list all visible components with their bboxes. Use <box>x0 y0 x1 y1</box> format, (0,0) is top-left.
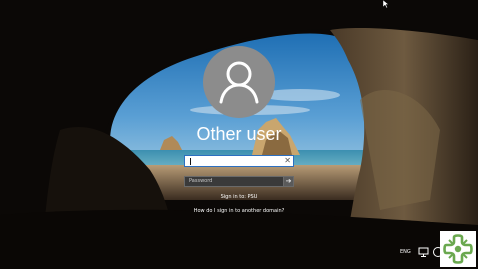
language-indicator[interactable]: ENG <box>400 249 411 256</box>
arrow-right-icon: ➔ <box>285 177 292 185</box>
text-caret <box>190 158 191 165</box>
submit-arrow-button[interactable]: ➔ <box>283 176 294 187</box>
username-input[interactable]: ✕ <box>184 155 294 167</box>
network-monitor-icon[interactable] <box>418 246 430 258</box>
user-avatar <box>203 46 275 118</box>
user-name-label: Other user <box>196 124 282 144</box>
sign-in-domain-label: Sign in to: PSU <box>220 194 258 200</box>
green-cross-logo <box>443 234 473 264</box>
lock-screen: Other user ✕ Password ➔ Sign in to: PSU … <box>0 0 478 269</box>
other-domain-link[interactable]: How do I sign in to another domain? <box>164 208 314 215</box>
mouse-pointer-icon <box>383 0 389 8</box>
brand-logo <box>440 231 476 267</box>
password-input[interactable]: Password <box>184 176 284 187</box>
clear-x-icon[interactable]: ✕ <box>284 155 291 167</box>
user-silhouette-icon <box>219 61 259 104</box>
